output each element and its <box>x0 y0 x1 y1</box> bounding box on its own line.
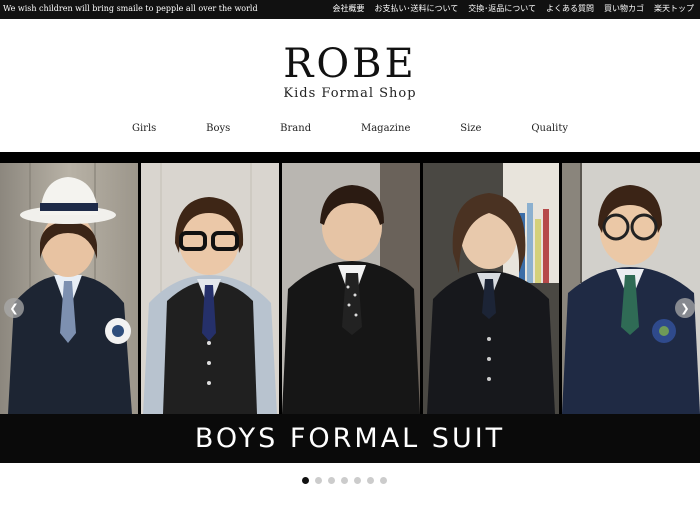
nav-magazine[interactable]: Magazine <box>337 123 434 134</box>
slider-dot-4[interactable] <box>341 477 348 484</box>
hero-slider[interactable]: BOYS FORMAL SUIT ❮ ❯ <box>0 152 700 463</box>
link-cart[interactable]: 買い物カゴ <box>604 3 644 14</box>
link-company[interactable]: 会社概要 <box>332 3 364 14</box>
slider-prev-button[interactable]: ❮ <box>4 298 24 318</box>
chevron-left-icon: ❮ <box>9 301 19 315</box>
top-links: 会社概要 お支払い･送料について 交換･返品について よくある質問 買い物カゴ … <box>332 3 694 14</box>
hero-photo-4 <box>423 163 559 414</box>
slider-dot-3[interactable] <box>328 477 335 484</box>
hero-photo-3 <box>282 163 420 414</box>
top-bar: We wish children will bring smaile to pe… <box>0 0 700 19</box>
hero-photo-5 <box>562 163 700 414</box>
slider-dot-5[interactable] <box>354 477 361 484</box>
nav-girls[interactable]: Girls <box>108 123 180 134</box>
slider-dot-1[interactable] <box>302 477 309 484</box>
link-exchange-returns[interactable]: 交換･返品について <box>468 3 536 14</box>
tagline: We wish children will bring smaile to pe… <box>3 4 258 13</box>
nav-brand[interactable]: Brand <box>256 123 335 134</box>
slider-pagination <box>302 477 387 484</box>
nav-boys[interactable]: Boys <box>182 123 254 134</box>
slider-dot-7[interactable] <box>380 477 387 484</box>
logo-subtitle: Kids Formal Shop <box>283 86 417 101</box>
logo[interactable]: ROBE Kids Formal Shop <box>0 40 700 101</box>
nav-quality[interactable]: Quality <box>507 123 592 134</box>
hero-banner-text: BOYS FORMAL SUIT <box>194 423 506 454</box>
hero-photo-1 <box>0 163 138 414</box>
hero-photo-2 <box>141 163 279 414</box>
slider-dot-2[interactable] <box>315 477 322 484</box>
slider-next-button[interactable]: ❯ <box>675 298 695 318</box>
main-nav: Girls Boys Brand Magazine Size Quality <box>108 123 592 134</box>
chevron-right-icon: ❯ <box>680 301 690 315</box>
nav-size[interactable]: Size <box>436 123 505 134</box>
link-rakuten-top[interactable]: 楽天トップ <box>654 3 694 14</box>
link-faq[interactable]: よくある質問 <box>546 3 594 14</box>
slider-dot-6[interactable] <box>367 477 374 484</box>
link-payment-shipping[interactable]: お支払い･送料について <box>374 3 458 14</box>
hero-banner: BOYS FORMAL SUIT <box>0 414 700 463</box>
logo-brand: ROBE <box>283 41 417 87</box>
